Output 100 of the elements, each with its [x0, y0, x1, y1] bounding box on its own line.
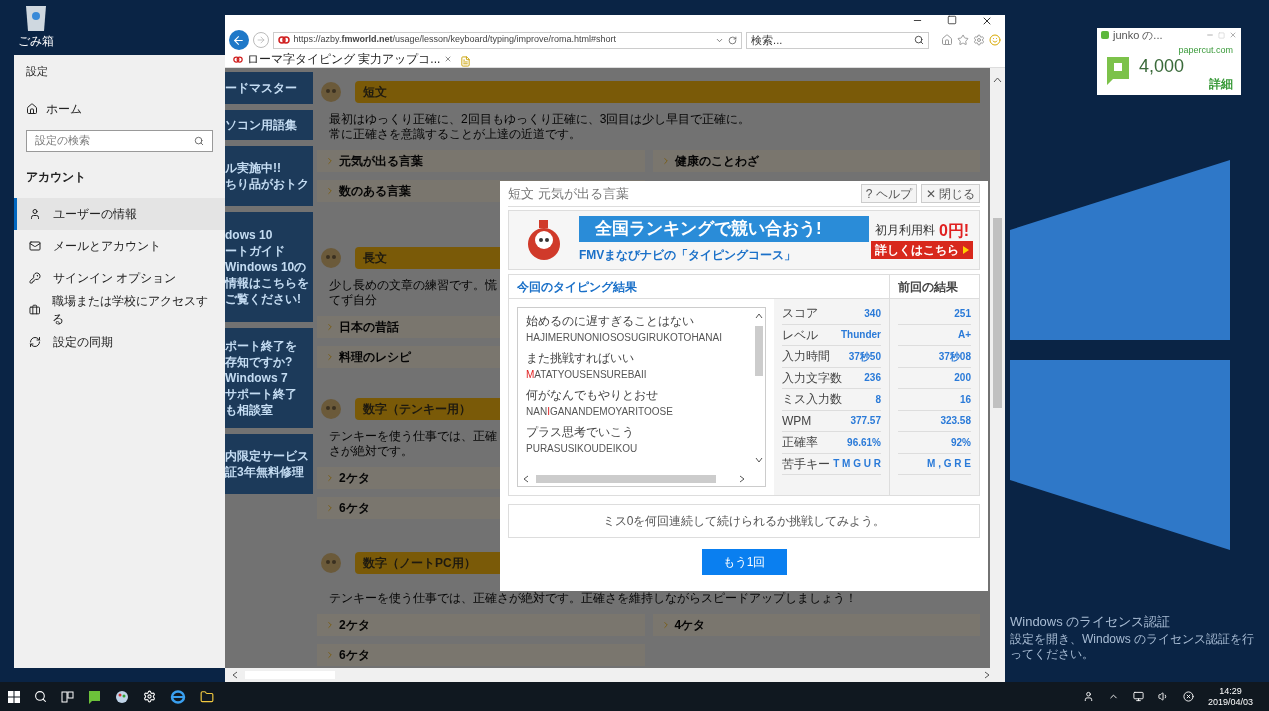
arrow-left-icon	[232, 33, 246, 47]
ad-banner[interactable]: 全国ランキングで競い合おう! FMVまなびナビの「タイピングコース」 初月利用料 0円! 詳しくはこちら	[508, 210, 980, 270]
previous-stat-value: 37秒08	[938, 349, 971, 364]
price-label: 初月利用料	[874, 222, 935, 239]
home-icon[interactable]	[941, 34, 953, 46]
previous-stat-value: 200	[954, 371, 971, 386]
search-box[interactable]: 検索...	[746, 31, 929, 49]
circle-x-icon[interactable]	[1182, 691, 1194, 702]
banner-text: ちり品がおトク	[225, 176, 310, 192]
ad-subline: FMVまなびナビの「タイピングコース」	[579, 247, 798, 264]
details-button[interactable]: 詳しくはこちら	[871, 241, 973, 259]
page-scrollbar-drawing[interactable]	[990, 68, 1005, 668]
home-link[interactable]: ホーム	[14, 99, 225, 118]
search-icon[interactable]	[914, 35, 924, 45]
promo-banner[interactable]: dows 10 ートガイド Windows 10の 情報はこちらを ご覧ください!	[225, 212, 313, 322]
maximize-icon[interactable]	[947, 15, 957, 25]
section-title: 数字（テンキー用）	[363, 400, 471, 418]
address-bar[interactable]: https://azby.fmworld.net/usage/lesson/keyboard/typing/improve/roma.html#short	[272, 31, 743, 49]
help-button[interactable]: ? ヘルプ	[860, 184, 917, 203]
previous-stat-value: 92%	[951, 435, 971, 450]
site-icon	[233, 55, 243, 63]
section-description: テンキーを使う仕事では、正確さが絶対です。	[329, 428, 498, 459]
nav-item-icon	[29, 271, 41, 284]
price-text: 0円!	[938, 223, 970, 239]
retry-button[interactable]: もう1回	[701, 549, 787, 575]
clock-date: 2019/04/03	[1207, 696, 1253, 708]
banner-text: 証3年無料修理	[225, 464, 305, 480]
start-icon[interactable]	[8, 690, 20, 703]
lesson-link[interactable]: 元気が出る言葉	[317, 150, 645, 172]
banner-text: ご覧ください!	[225, 291, 302, 307]
network-icon[interactable]	[1132, 691, 1144, 702]
ad-headline: 全国ランキングで競い合おう!	[595, 218, 822, 241]
promo-banner[interactable]: ポート終了を 存知ですか? Windows 7 サポート終了 も相談室	[225, 328, 313, 428]
stat-label: 苦手キー	[782, 455, 830, 473]
lesson-link[interactable]: 健康のことわざ	[652, 150, 980, 172]
chevron-icon	[325, 502, 335, 513]
section-title: 長文	[363, 249, 387, 267]
previous-stat-value: M , G R E	[927, 457, 971, 472]
home-icon	[26, 102, 38, 115]
promo-banner[interactable]: ードマスター	[225, 72, 313, 104]
search-icon[interactable]	[34, 690, 47, 703]
stat-label: 入力時間	[782, 348, 830, 366]
banner-text: dows 10	[225, 227, 274, 243]
banner-text: ードマスター	[225, 80, 298, 96]
settings-title: 設定	[25, 64, 49, 79]
section-title: 短文	[363, 84, 387, 101]
chevron-icon	[325, 321, 335, 332]
stat-value: 37秒50	[848, 349, 881, 364]
settings-nav-item[interactable]: 職場または学校にアクセスする	[14, 293, 225, 326]
clock[interactable]: 14:29 2019/04/03	[1207, 685, 1253, 708]
section-description: 常に正確さを意識することが上達の近道です。	[329, 127, 582, 142]
lesson-link[interactable]: 6ケタ	[317, 643, 645, 666]
app-logo-icon[interactable]	[88, 689, 101, 704]
url-text: https://azby.fmworld.net/usage/lesson/keyboard/typing/improve/roma.html#short	[293, 33, 618, 47]
folder-icon[interactable]	[200, 689, 214, 704]
close-button[interactable]: ✕ 閉じる	[920, 184, 980, 203]
settings-search-field[interactable]: 設定の検索	[26, 129, 213, 152]
site-icon	[277, 36, 290, 44]
search-icon	[194, 135, 204, 146]
volume-icon[interactable]	[1157, 691, 1169, 702]
person-icon[interactable]	[1082, 691, 1094, 702]
banner-text: サポート終了	[225, 386, 298, 402]
settings-nav-item[interactable]: 設定の同期	[14, 325, 225, 358]
previous-stat-value: 323.58	[940, 414, 971, 429]
sentence-text: 何がなんでもやりとおせ	[526, 387, 659, 404]
banner-text: ートガイド	[225, 243, 286, 259]
banner-text: 内限定サービス	[225, 448, 310, 464]
chevron-icon	[325, 619, 335, 630]
close-tab-icon[interactable]	[444, 55, 453, 63]
nav-item-icon	[29, 207, 41, 220]
settings-search-input[interactable]: 設定の検索	[35, 132, 185, 149]
page-horizontal-scrollbar-drawing[interactable]	[225, 668, 1005, 682]
results-heading: 今回のタイピング結果	[517, 278, 637, 296]
refresh-icon[interactable]	[728, 35, 738, 45]
stat-value: 377.57	[850, 414, 881, 429]
task-view-icon[interactable]	[61, 690, 74, 703]
lesson-link[interactable]: 2ケタ	[317, 613, 645, 636]
settings-nav-item[interactable]: ユーザーの情報	[14, 197, 225, 230]
banner-text: ポート終了を	[225, 338, 298, 354]
stat-label: 正確率	[782, 434, 818, 452]
widget-title: junko の...	[1113, 27, 1164, 43]
promo-banner[interactable]: ソコン用語集	[225, 110, 313, 140]
palette-icon[interactable]	[115, 689, 129, 704]
banner-text: Windows 10の	[225, 259, 308, 275]
browser-e-icon[interactable]	[170, 688, 186, 705]
nav-item-icon	[29, 303, 41, 316]
close-icon[interactable]	[981, 15, 993, 27]
app-logo-icon	[1101, 31, 1109, 39]
lesson-link[interactable]: 4ケタ	[652, 613, 980, 636]
details-link[interactable]: 詳細	[1209, 75, 1233, 94]
settings-nav-item[interactable]: サインイン オプション	[14, 261, 225, 294]
dialog-title: 短文 元気が出る言葉	[508, 184, 629, 203]
promo-banner[interactable]: 内限定サービス 証3年無料修理	[225, 434, 313, 494]
clock-time: 14:29	[1219, 685, 1242, 697]
settings-nav-item[interactable]: メールとアカウント	[14, 229, 225, 262]
promo-banner[interactable]: ル実施中!! ちり品がおトク	[225, 146, 313, 206]
stat-value: T M G U R	[833, 457, 881, 472]
browser-search-input[interactable]: 検索...	[751, 31, 902, 49]
back-button[interactable]	[229, 30, 249, 50]
section-heading: アカウント	[25, 168, 87, 186]
